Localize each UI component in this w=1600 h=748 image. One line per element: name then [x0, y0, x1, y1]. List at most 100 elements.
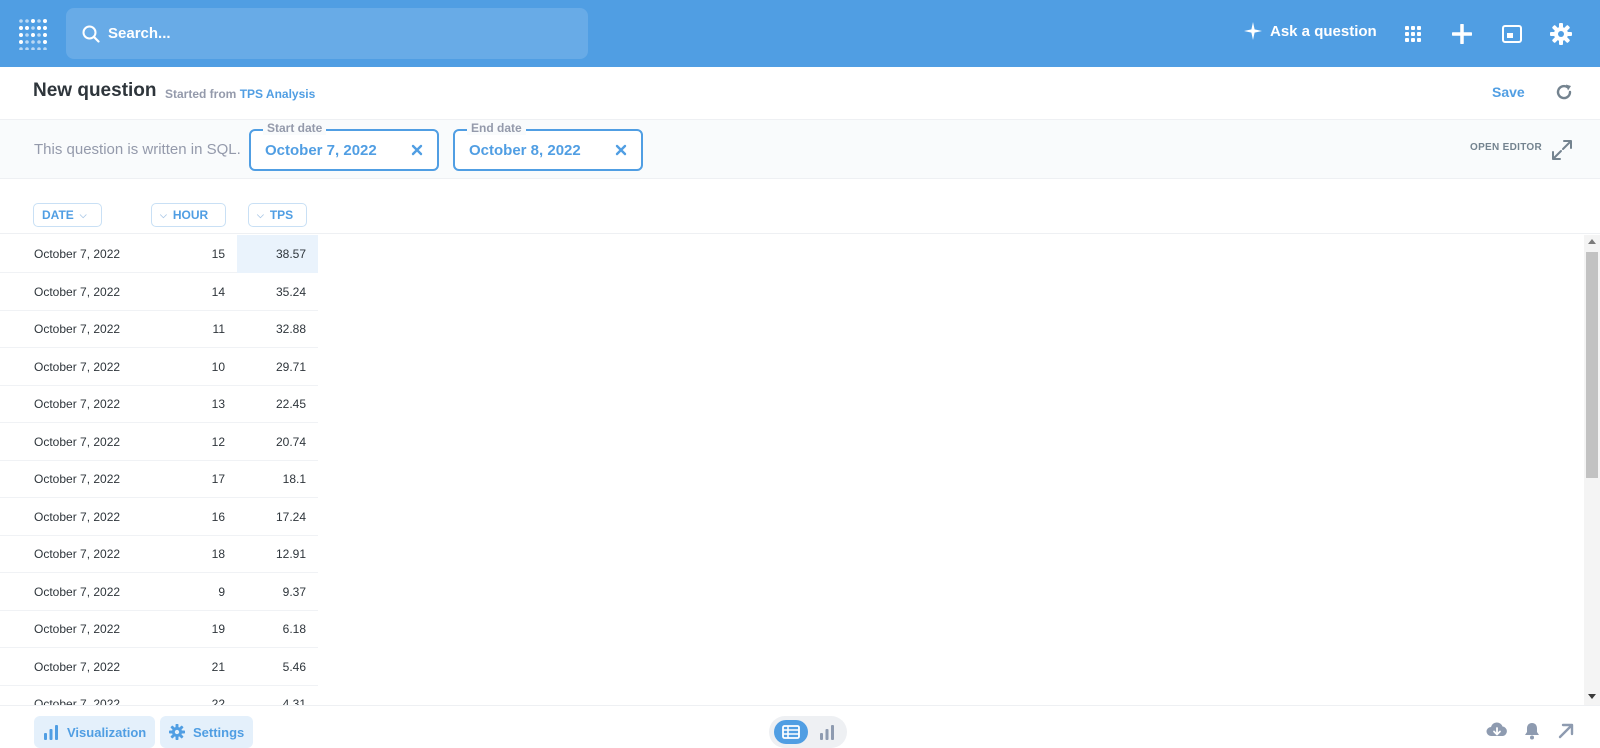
- sql-note: This question is written in SQL.: [34, 141, 241, 158]
- cell-hour[interactable]: 14: [212, 285, 225, 299]
- table-header: DATE ⌵ ⌵ HOUR ⌵ TPS: [0, 179, 1600, 234]
- cell-hour[interactable]: 17: [212, 472, 225, 486]
- search-bar[interactable]: Search...: [66, 8, 588, 59]
- cell-date[interactable]: October 7, 2022: [34, 397, 120, 411]
- table-row: October 7, 2022 10 29.71: [0, 348, 318, 386]
- search-icon: [82, 25, 100, 43]
- cell-tps[interactable]: 32.88: [276, 322, 306, 336]
- ask-a-question-button[interactable]: Ask a question: [1244, 22, 1377, 40]
- started-from-link[interactable]: TPS Analysis: [240, 87, 316, 101]
- cell-date[interactable]: October 7, 2022: [34, 285, 120, 299]
- cell-tps[interactable]: 5.46: [283, 660, 306, 674]
- column-header-date[interactable]: DATE ⌵: [33, 203, 102, 227]
- cell-date[interactable]: October 7, 2022: [34, 322, 120, 336]
- plus-icon[interactable]: [1450, 22, 1474, 46]
- cell-tps[interactable]: 9.37: [283, 585, 306, 599]
- download-icon[interactable]: [1486, 722, 1508, 743]
- grid-icon[interactable]: [1401, 22, 1425, 46]
- cell-hour[interactable]: 15: [212, 247, 225, 261]
- table-row: October 7, 2022 12 20.74: [0, 423, 318, 461]
- table-row: October 7, 2022 19 6.18: [0, 610, 318, 648]
- bell-icon[interactable]: [1523, 722, 1541, 745]
- end-date-filter[interactable]: End date October 8, 2022: [453, 121, 643, 171]
- cell-tps[interactable]: 6.18: [283, 622, 306, 636]
- chevron-down-icon: ⌵: [257, 209, 264, 220]
- snippet-icon[interactable]: [1500, 22, 1524, 46]
- share-arrow-icon[interactable]: [1557, 722, 1575, 745]
- column-header-tps[interactable]: ⌵ TPS: [248, 203, 307, 227]
- settings-button[interactable]: Settings: [160, 716, 254, 748]
- cell-hour[interactable]: 9: [218, 585, 225, 599]
- expand-icon[interactable]: [1551, 139, 1573, 166]
- cell-hour[interactable]: 13: [212, 397, 225, 411]
- cell-date[interactable]: October 7, 2022: [34, 622, 120, 636]
- cell-hour[interactable]: 11: [213, 322, 225, 336]
- open-editor-button[interactable]: OPEN EDITOR: [1470, 142, 1542, 153]
- table-view-toggle[interactable]: [774, 720, 808, 744]
- cell-tps[interactable]: 22.45: [276, 397, 306, 411]
- visualization-label: Visualization: [67, 724, 147, 740]
- column-header-label: TPS: [269, 208, 294, 222]
- cell-tps[interactable]: 29.71: [276, 360, 306, 374]
- scrollbar-thumb[interactable]: [1586, 252, 1598, 478]
- cell-date[interactable]: October 7, 2022: [34, 660, 120, 674]
- visualization-button[interactable]: Visualization: [34, 716, 156, 748]
- parameters-bar: This question is written in SQL. Start d…: [0, 120, 1600, 179]
- footer-bar: Visualization Settings: [0, 705, 1600, 748]
- close-icon[interactable]: [411, 143, 423, 161]
- cell-date[interactable]: October 7, 2022: [34, 510, 120, 524]
- cell-tps[interactable]: 38.57: [276, 247, 306, 261]
- chart-view-toggle[interactable]: [813, 720, 841, 744]
- cell-hour[interactable]: 22: [212, 697, 225, 705]
- cell-hour[interactable]: 21: [212, 660, 225, 674]
- cell-hour[interactable]: 19: [212, 622, 225, 636]
- cell-date[interactable]: October 7, 2022: [34, 472, 120, 486]
- search-placeholder: Search...: [108, 25, 171, 42]
- table-row: October 7, 2022 22 4.31: [0, 685, 318, 705]
- chevron-down-icon: ⌵: [160, 209, 167, 220]
- logo-icon[interactable]: [18, 18, 48, 51]
- started-from-prefix: Started from: [165, 87, 237, 101]
- cell-date[interactable]: October 7, 2022: [34, 697, 120, 705]
- cell-hour[interactable]: 12: [212, 435, 225, 449]
- table-row: October 7, 2022 18 12.91: [0, 535, 318, 573]
- cell-tps[interactable]: 18.1: [283, 472, 306, 486]
- cell-tps[interactable]: 35.24: [276, 285, 306, 299]
- close-icon[interactable]: [615, 143, 627, 161]
- table-row: October 7, 2022 13 22.45: [0, 385, 318, 423]
- cell-date[interactable]: October 7, 2022: [34, 435, 120, 449]
- sparkle-icon: [1244, 22, 1262, 40]
- cell-hour[interactable]: 18: [212, 547, 225, 561]
- page-title[interactable]: New question: [33, 80, 157, 102]
- cell-tps[interactable]: 12.91: [276, 547, 306, 561]
- settings-label: Settings: [193, 724, 245, 740]
- cell-date[interactable]: October 7, 2022: [34, 360, 120, 374]
- scroll-down-arrow-icon[interactable]: [1588, 694, 1596, 699]
- bar-chart-icon: [820, 725, 834, 740]
- start-date-value[interactable]: October 7, 2022: [265, 142, 377, 159]
- start-date-filter[interactable]: Start date October 7, 2022: [249, 121, 439, 171]
- cell-hour[interactable]: 10: [212, 360, 225, 374]
- cell-tps[interactable]: 4.31: [283, 697, 306, 705]
- cell-date[interactable]: October 7, 2022: [34, 247, 120, 261]
- scroll-up-arrow-icon[interactable]: [1588, 239, 1596, 244]
- view-toggle: [769, 716, 847, 748]
- cell-tps[interactable]: 17.24: [276, 510, 306, 524]
- chevron-down-icon: ⌵: [79, 209, 87, 220]
- end-date-label: End date: [467, 121, 526, 135]
- table-body: October 7, 2022 15 38.57 October 7, 2022…: [0, 235, 1584, 705]
- cell-date[interactable]: October 7, 2022: [34, 585, 120, 599]
- cell-date[interactable]: October 7, 2022: [34, 547, 120, 561]
- save-button[interactable]: Save: [1492, 84, 1525, 100]
- table-icon: [782, 725, 800, 739]
- gear-icon[interactable]: [1549, 22, 1573, 46]
- cell-hour[interactable]: 16: [212, 510, 225, 524]
- cell-tps[interactable]: 20.74: [276, 435, 306, 449]
- vertical-scrollbar[interactable]: [1584, 235, 1600, 705]
- refresh-icon[interactable]: [1555, 83, 1573, 106]
- gear-icon: [169, 724, 185, 740]
- end-date-value[interactable]: October 8, 2022: [469, 142, 581, 159]
- table-row: October 7, 2022 16 17.24: [0, 498, 318, 536]
- table-row: October 7, 2022 21 5.46: [0, 648, 318, 686]
- column-header-hour[interactable]: ⌵ HOUR: [151, 203, 226, 227]
